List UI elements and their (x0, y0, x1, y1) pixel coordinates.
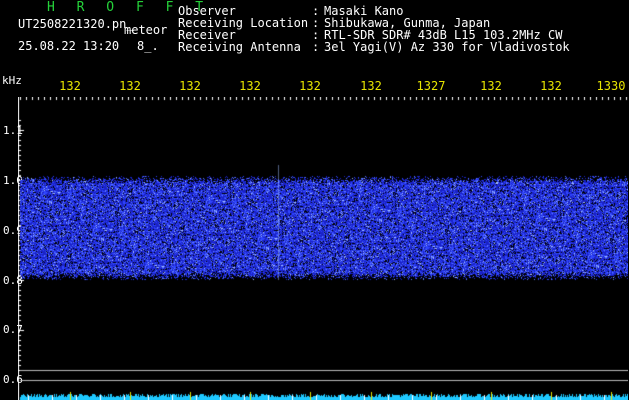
x-tick-label: 132 (59, 79, 81, 93)
info-row-antenna: Receiving Antenna : 3el Yagi(V) Az 330 f… (178, 41, 570, 53)
x-tick-label: 132 (360, 79, 382, 93)
x-tick-label: 1330 (596, 79, 626, 93)
x-tick-label: 132 (480, 79, 502, 93)
x-tick-label: 132 (179, 79, 201, 93)
x-tick-label: 132 (540, 79, 562, 93)
waterfall-spectrogram (18, 97, 628, 400)
station-info: Observer : Masaki Kano Receiving Locatio… (178, 5, 570, 53)
y-axis-unit: kHz (2, 74, 22, 87)
info-label: Receiving Antenna (178, 40, 301, 54)
x-tick-label: 1327 (416, 79, 446, 93)
x-tick-label: 132 (239, 79, 261, 93)
info-sep: : (312, 40, 320, 54)
hrofft-window: H R O F F T UT2508221320.pn_ meteor 25.0… (0, 0, 629, 400)
datetime-stamp: 25.08.22 13:20 (18, 39, 120, 53)
info-value: 3el Yagi(V) Az 330 for Vladivostok (324, 40, 570, 54)
event-tag: meteor (124, 23, 168, 37)
count-code: 8_. (137, 39, 159, 53)
x-tick-label: 132 (299, 79, 321, 93)
x-tick-label: 132 (119, 79, 141, 93)
image-filename: UT2508221320.pn_ (18, 17, 134, 31)
